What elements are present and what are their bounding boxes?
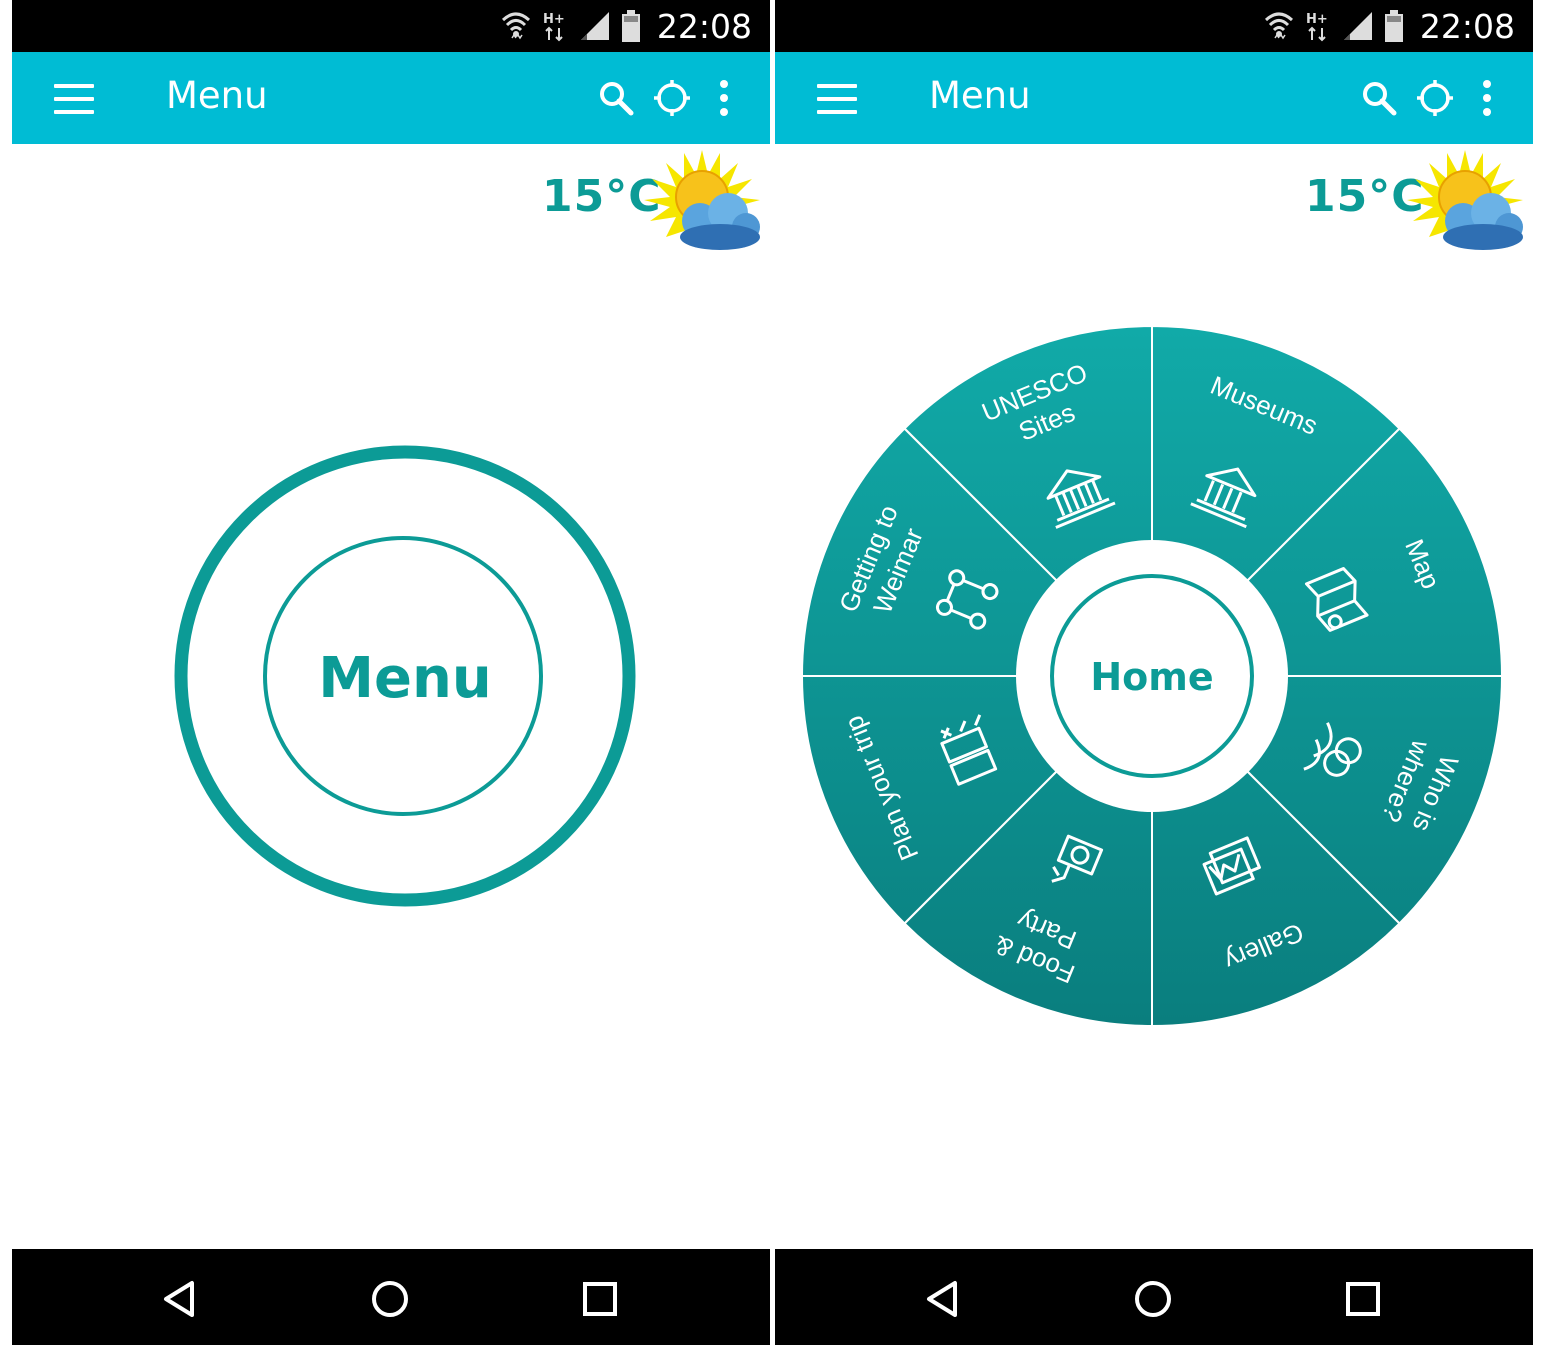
back-icon[interactable] xyxy=(156,1275,204,1323)
recents-icon[interactable] xyxy=(576,1275,624,1323)
screen-menu-collapsed: H+ 22:08 Menu 15°C Menu xyxy=(12,0,770,1345)
menu-button-collapsed[interactable]: Menu xyxy=(12,0,770,1249)
recents-icon[interactable] xyxy=(1339,1275,1387,1323)
home-icon[interactable] xyxy=(1129,1275,1177,1323)
menu-wheel: MuseumsMapWho iswhere?GalleryFood &Party… xyxy=(800,324,1504,1028)
menu-center-label[interactable]: Menu xyxy=(318,646,491,711)
navigation-bar xyxy=(775,1249,1533,1345)
screen-menu-expanded: H+ 22:08 Menu 15°C Museums Map Who is wh… xyxy=(775,0,1533,1345)
home-center-label[interactable]: Home xyxy=(1090,655,1213,699)
home-icon[interactable] xyxy=(366,1275,414,1323)
navigation-bar xyxy=(12,1249,770,1345)
back-icon[interactable] xyxy=(919,1275,967,1323)
